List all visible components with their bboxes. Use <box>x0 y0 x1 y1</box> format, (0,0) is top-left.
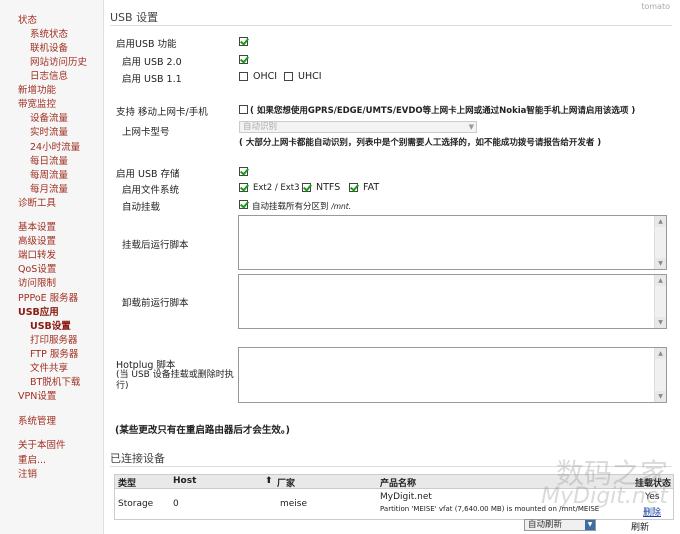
sidebar-item[interactable]: 24小时流量 <box>30 139 80 153</box>
enable-usb-checkbox[interactable] <box>239 37 248 46</box>
mobile-support-label: 支持 移动上网卡/手机 <box>116 107 208 118</box>
fat-checkbox[interactable] <box>349 183 358 192</box>
scroll-down-icon[interactable]: ▼ <box>655 317 666 328</box>
scroll-down-icon[interactable]: ▼ <box>655 391 666 402</box>
scroll-up-icon[interactable]: ▲ <box>655 348 666 359</box>
usb-settings-title: USB 设置 <box>110 11 159 24</box>
ntfs-label: NTFS <box>316 182 341 193</box>
auto-refresh-select[interactable]: 自动刷新 ▼ <box>524 519 596 531</box>
page: tomato 状态 系统状态 联机设备 网站访问历史 日志信息 新增功能 带宽监控 设备流量实… <box>0 0 680 534</box>
scrollbar[interactable]: ▲ ▼ <box>654 275 666 328</box>
col-type[interactable]: 类型 <box>118 476 136 489</box>
modem-label: 上网卡型号 <box>122 127 170 138</box>
col-host[interactable]: Host <box>173 476 196 486</box>
sidebar-item[interactable]: 系统状态 <box>30 26 68 40</box>
sidebar-item[interactable]: 诊断工具 <box>18 195 56 209</box>
storage-checkbox[interactable] <box>239 167 248 176</box>
sidebar-item[interactable]: 带宽监控 <box>18 96 56 110</box>
col-vendor[interactable]: 厂家 <box>277 476 295 489</box>
hotplug-textarea[interactable]: ▲ ▼ <box>238 347 667 403</box>
restart-note: (某些更改只有在重启路由器后才会生效。) <box>115 425 290 436</box>
sidebar-item[interactable]: 设备流量 <box>30 110 68 124</box>
sidebar-item[interactable]: 每周流量 <box>30 167 68 181</box>
sidebar-item[interactable]: 状态 <box>18 12 37 26</box>
hotplug-sublabel: (当 USB 设备挂载或删除时执行) <box>116 370 234 391</box>
sidebar-item[interactable]: 日志信息 <box>30 68 68 82</box>
sort-arrow-icon: ⬆ <box>265 476 273 486</box>
ohci-label: OHCI <box>253 71 278 82</box>
sidebar-item[interactable]: 打印服务器 <box>30 332 78 346</box>
hotplug-label: Hotplug 脚本 <box>116 360 176 371</box>
sidebar-item[interactable]: 访问限制 <box>18 275 56 289</box>
sidebar-item[interactable]: 文件共享 <box>30 360 68 374</box>
ext-label: Ext2 / Ext3 <box>253 183 300 193</box>
scroll-down-icon[interactable]: ▼ <box>655 258 666 269</box>
automount-label: 自动挂载 <box>122 202 161 213</box>
before-unmount-label: 卸载前运行脚本 <box>122 298 189 309</box>
mobile-support-checkbox[interactable] <box>239 105 248 114</box>
before-unmount-textarea[interactable]: ▲ ▼ <box>238 274 667 329</box>
usb11-label: 启用 USB 1.1 <box>122 74 182 85</box>
sidebar-item[interactable]: 联机设备 <box>30 40 68 54</box>
fat-label: FAT <box>363 182 380 193</box>
sidebar-item[interactable]: 高级设置 <box>18 233 56 247</box>
storage-label: 启用 USB 存储 <box>116 169 180 180</box>
sidebar-item[interactable]: 每月流量 <box>30 181 68 195</box>
scrollbar[interactable]: ▲ ▼ <box>654 216 666 269</box>
sidebar: 状态 系统状态 联机设备 网站访问历史 日志信息 新增功能 带宽监控 设备流量 实时流量 24小时… <box>0 0 104 534</box>
sidebar-item[interactable]: 重启... <box>18 452 46 466</box>
scroll-up-icon[interactable]: ▲ <box>655 216 666 227</box>
enable-usb-label: 启用USB 功能 <box>116 39 177 50</box>
main-content: USB 设置 启用USB 功能 启用 USB 2.0 启用 USB 1.1 OH… <box>104 0 680 534</box>
automount-option-text: 自动挂载所有分区到 <box>252 202 329 212</box>
sidebar-item[interactable]: USB设置 <box>30 318 71 332</box>
sidebar-item[interactable]: 基本设置 <box>18 219 56 233</box>
modem-select-value: 自动识别 <box>243 122 278 132</box>
device-product: MyDigit.net <box>380 492 432 502</box>
after-mount-textarea[interactable]: ▲ ▼ <box>238 215 667 270</box>
scrollbar[interactable]: ▲ ▼ <box>654 348 666 402</box>
sidebar-item[interactable]: USB应用 <box>18 304 59 318</box>
usb2-label: 启用 USB 2.0 <box>122 57 182 68</box>
refresh-button[interactable]: 刷新 <box>631 520 649 533</box>
title-divider <box>110 25 672 26</box>
uhci-checkbox[interactable] <box>284 72 293 81</box>
col-product[interactable]: 产品名称 <box>380 476 416 489</box>
fs-label: 启用文件系统 <box>122 185 180 196</box>
automount-option: 自动挂载所有分区到 /mnt. <box>252 200 351 212</box>
sidebar-item[interactable]: 关于本固件 <box>18 437 66 451</box>
ohci-checkbox[interactable] <box>239 72 248 81</box>
automount-path: /mnt. <box>331 202 352 211</box>
sidebar-item[interactable]: 端口转发 <box>18 247 56 261</box>
usb2-checkbox[interactable] <box>239 55 248 64</box>
chevron-down-icon: ▼ <box>585 520 595 530</box>
mobile-support-note: ( 如果您想使用GPRS/EDGE/UMTS/EVDO等上网卡上网或通过Noki… <box>250 106 636 116</box>
scroll-up-icon[interactable]: ▲ <box>655 275 666 286</box>
sidebar-item[interactable]: 系统管理 <box>18 413 56 427</box>
sidebar-item[interactable]: PPPoE 服务器 <box>18 290 78 304</box>
after-mount-label: 挂载后运行脚本 <box>122 240 189 251</box>
device-type: Storage <box>118 499 154 509</box>
chevron-down-icon: ▼ <box>468 123 474 131</box>
sidebar-item[interactable]: 每日流量 <box>30 153 68 167</box>
sidebar-item[interactable]: 实时流量 <box>30 124 68 138</box>
watermark-latin: MyDigit.net <box>541 484 668 509</box>
sidebar-item[interactable]: VPN设置 <box>18 388 56 402</box>
sidebar-item[interactable]: 网站访问历史 <box>30 54 87 68</box>
automount-checkbox[interactable] <box>239 200 248 209</box>
uhci-label: UHCI <box>298 71 322 82</box>
sidebar-item[interactable]: FTP 服务器 <box>30 346 78 360</box>
device-host: 0 <box>173 499 179 509</box>
sidebar-item[interactable]: BT脱机下载 <box>30 374 80 388</box>
devices-title: 已连接设备 <box>110 452 165 465</box>
device-vendor: meise <box>280 499 308 509</box>
ext-checkbox[interactable] <box>239 183 248 192</box>
ntfs-checkbox[interactable] <box>302 183 311 192</box>
auto-refresh-value: 自动刷新 <box>528 520 563 530</box>
sidebar-item[interactable]: 注销 <box>18 466 37 480</box>
sidebar-item[interactable]: 新增功能 <box>18 82 56 96</box>
modem-select[interactable]: 自动识别 ▼ <box>239 121 477 133</box>
sidebar-item[interactable]: QoS设置 <box>18 261 56 275</box>
modem-note: ( 大部分上网卡都能自动识别，列表中是个别需要人工选择的，如不能成功拨号请报告给… <box>239 138 602 148</box>
